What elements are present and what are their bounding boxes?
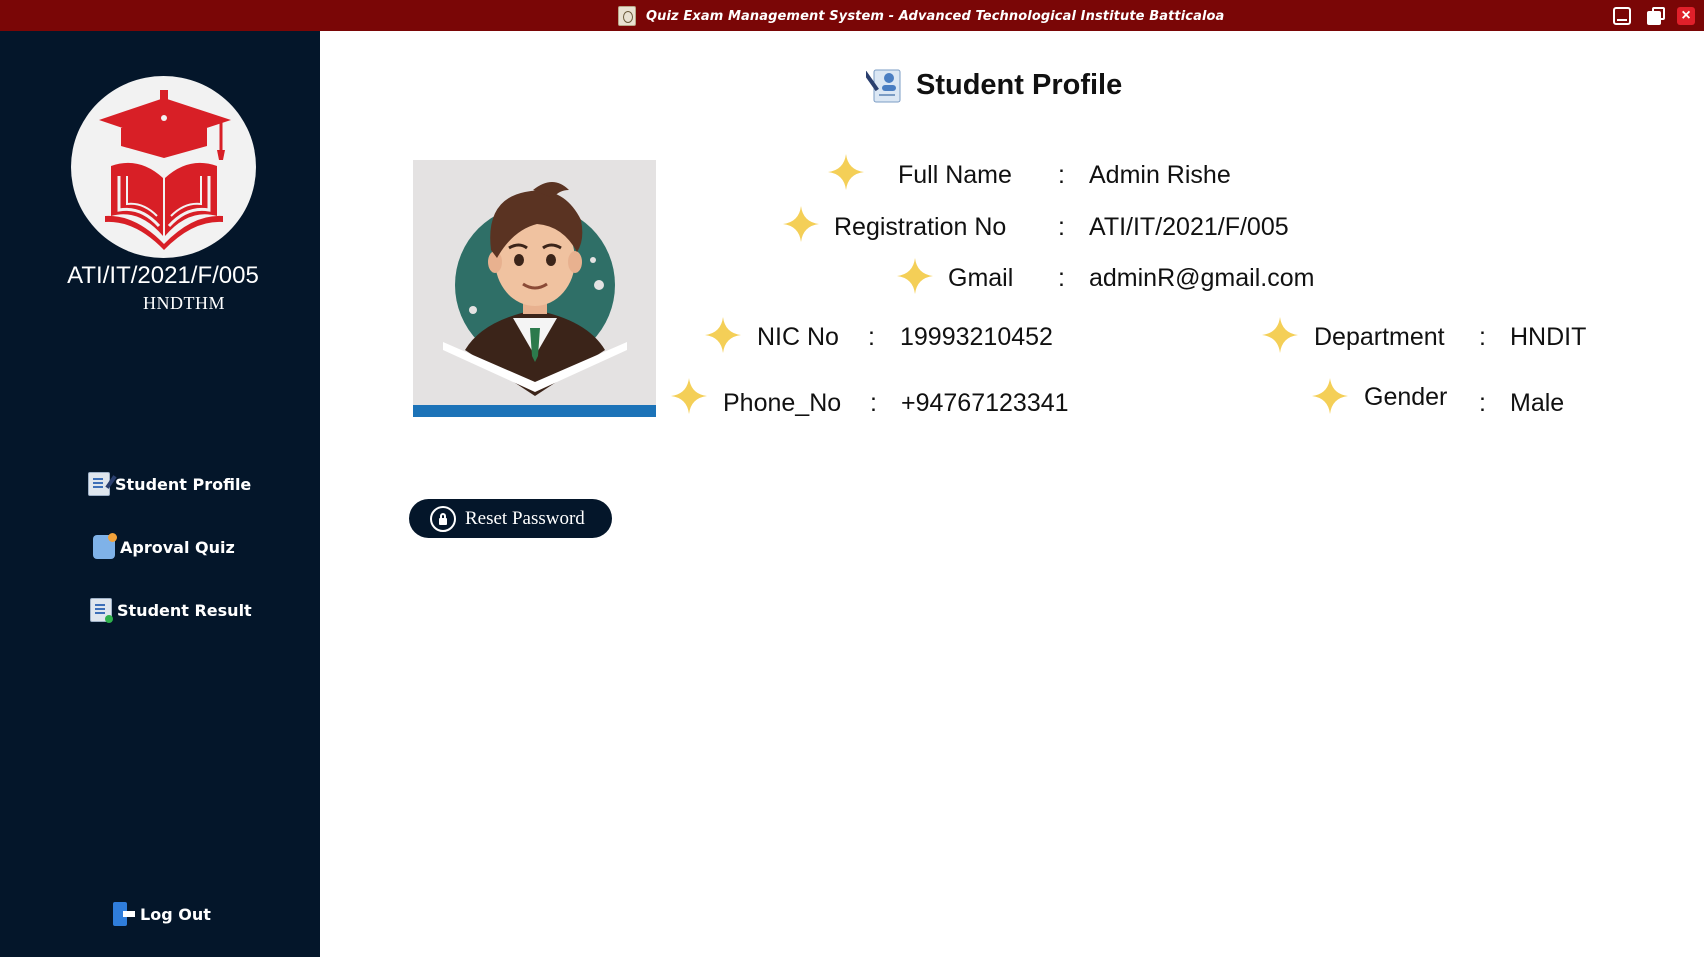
sidebar-course: HNDTHM: [143, 293, 225, 313]
page-title: Student Profile: [916, 68, 1123, 101]
registration-no-label: Registration No: [834, 213, 1007, 241]
separator: :: [1058, 161, 1065, 189]
app-icon: [618, 6, 636, 26]
separator: :: [1058, 213, 1065, 241]
sidebar-registration-no: ATI/IT/2021/F/005: [67, 262, 259, 289]
full-name-value: Admin Rishe: [1089, 161, 1231, 189]
separator: :: [868, 323, 875, 351]
separator: :: [1479, 323, 1486, 351]
star-icon: [783, 206, 819, 242]
separator: :: [870, 389, 877, 417]
department-label: Department: [1314, 323, 1445, 351]
institute-logo: [71, 76, 256, 258]
star-icon: [1312, 378, 1348, 414]
profile-doc-icon: [88, 472, 110, 496]
separator: :: [1058, 264, 1065, 292]
nav-aproval-quiz-label: Aproval Quiz: [120, 537, 235, 557]
window-titlebar: Quiz Exam Management System - Advanced T…: [0, 0, 1704, 31]
phone-no-value: +94767123341: [901, 389, 1069, 417]
student-profile-icon: [863, 66, 904, 104]
nav-student-result-label: Student Result: [117, 600, 252, 620]
gender-label: Gender: [1364, 383, 1448, 411]
window-title: Quiz Exam Management System - Advanced T…: [646, 8, 1225, 24]
reset-password-label: Reset Password: [465, 507, 585, 529]
minimize-icon[interactable]: [1613, 7, 1631, 25]
nic-no-value: 19993210452: [900, 323, 1053, 351]
quiz-icon: [93, 533, 117, 559]
close-icon[interactable]: ×: [1677, 7, 1695, 25]
sidebar: ATI/IT/2021/F/005 HNDTHM Student Profile…: [0, 31, 320, 957]
nav-student-profile-label: Student Profile: [115, 474, 252, 494]
logout-label: Log Out: [140, 904, 211, 924]
result-clipboard-icon: [90, 598, 113, 623]
separator: :: [1479, 389, 1486, 417]
maximize-icon[interactable]: [1647, 7, 1665, 25]
registration-no-value: ATI/IT/2021/F/005: [1089, 213, 1289, 241]
reset-password-button[interactable]: Reset Password: [409, 499, 612, 538]
star-icon: [897, 258, 933, 294]
student-avatar: [413, 160, 656, 417]
gmail-value: adminR@gmail.com: [1089, 264, 1315, 292]
star-icon: [1262, 317, 1298, 353]
window-title-group: Quiz Exam Management System - Advanced T…: [618, 6, 1224, 26]
nav-aproval-quiz[interactable]: Aproval Quiz: [93, 533, 235, 559]
star-icon: [828, 154, 864, 190]
nic-no-label: NIC No: [757, 323, 839, 351]
logout-door-icon: [113, 902, 135, 926]
full-name-label: Full Name: [898, 161, 1012, 189]
nav-student-result[interactable]: Student Result: [90, 598, 252, 623]
page-title-group: Student Profile: [863, 66, 1123, 104]
phone-no-label: Phone_No: [723, 389, 842, 417]
lock-icon: [430, 505, 456, 532]
department-value: HNDIT: [1510, 323, 1587, 351]
gmail-label: Gmail: [948, 264, 1014, 292]
star-icon: [705, 317, 741, 353]
star-icon: [671, 378, 707, 414]
nav-student-profile[interactable]: Student Profile: [88, 472, 251, 496]
logout-button[interactable]: Log Out: [113, 902, 211, 926]
gender-value: Male: [1510, 389, 1565, 417]
